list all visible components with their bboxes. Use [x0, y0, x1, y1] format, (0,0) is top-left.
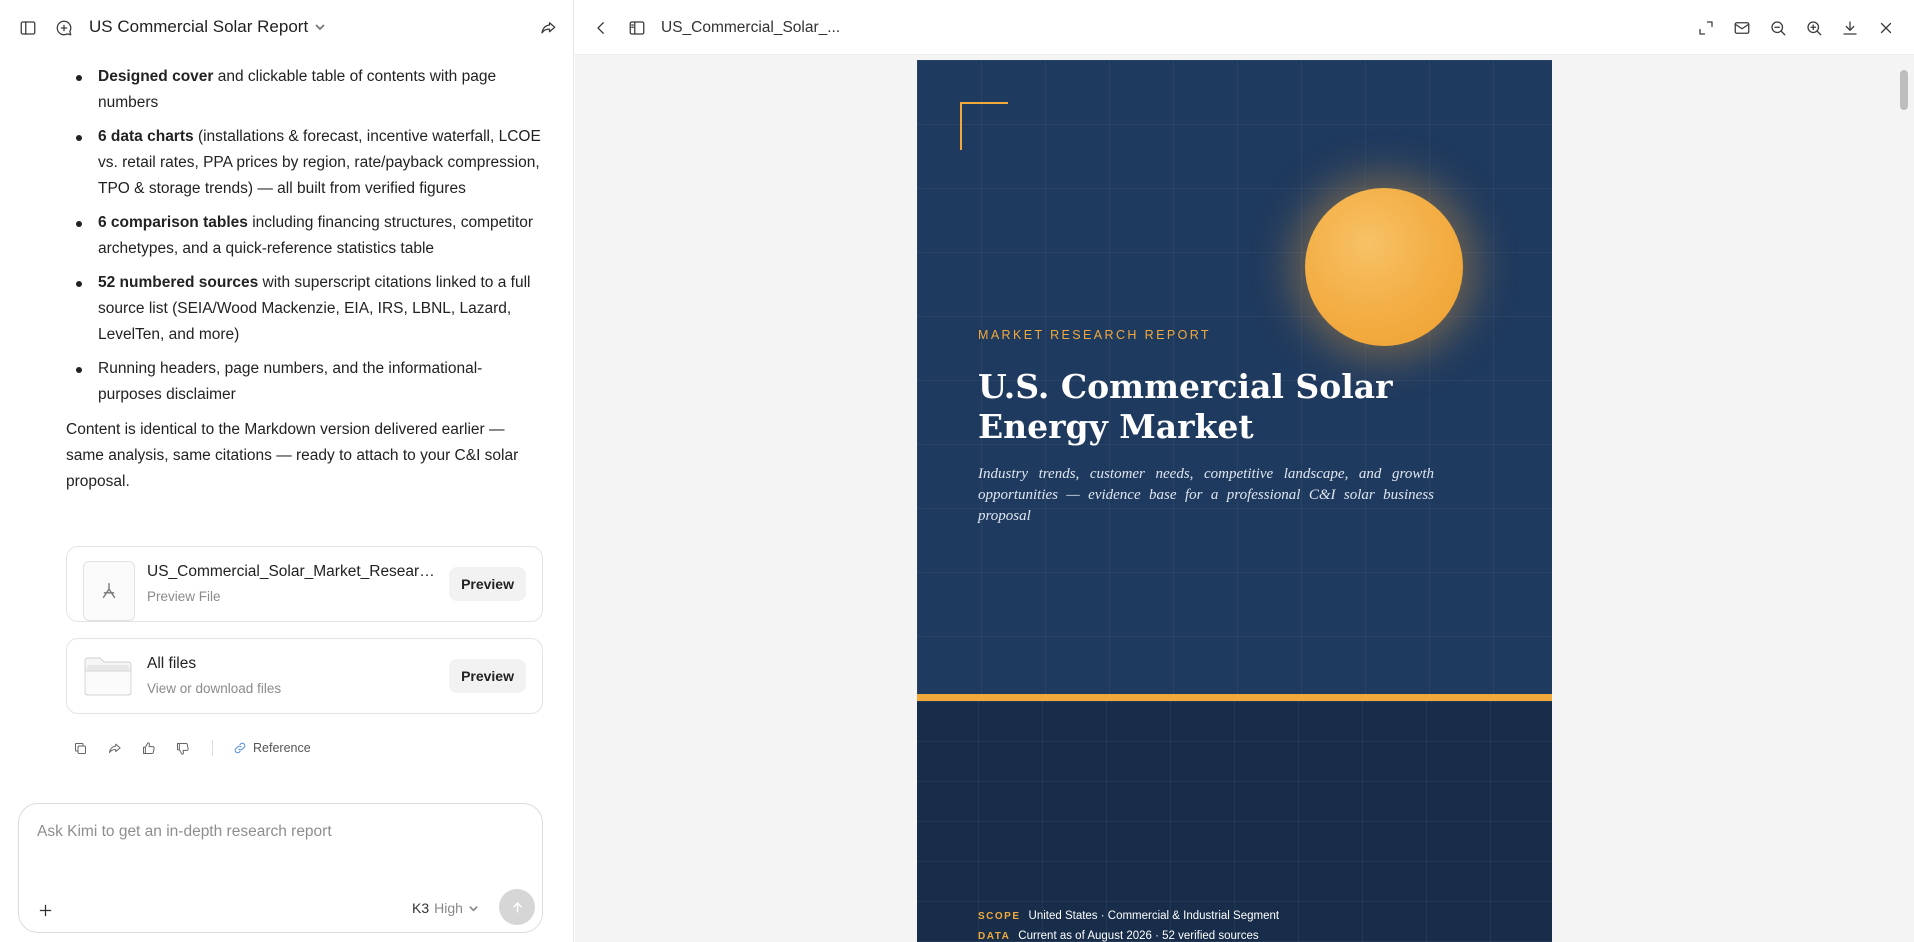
preview-panel: US_Commercial_Solar_... MARKET RESEARCH … [575, 0, 1914, 942]
feature-list: Designed cover and clickable table of co… [66, 64, 546, 408]
list-item: 6 data charts (installations & forecast,… [66, 124, 546, 202]
report-title: U.S. Commercial Solar Energy Market [978, 367, 1393, 446]
all-files-card[interactable]: All files View or download files Preview [66, 638, 543, 714]
bullet-text: Running headers, page numbers, and the i… [98, 360, 483, 403]
preview-file-title: US_Commercial_Solar_... [661, 19, 841, 36]
model-level: High [434, 900, 463, 916]
model-name: K3 [412, 900, 430, 916]
pdf-file-icon [83, 561, 135, 621]
file-name: US_Commercial_Solar_Market_Research_Repo… [147, 563, 437, 580]
preview-header: US_Commercial_Solar_... [575, 0, 1914, 55]
close-icon[interactable] [1872, 14, 1900, 42]
chevron-down-icon [469, 905, 478, 912]
chat-panel: US Commercial Solar Report Designed cove… [0, 0, 574, 942]
zoom-out-icon[interactable] [1764, 14, 1792, 42]
panel-toggle-icon[interactable] [623, 14, 651, 42]
assistant-message: Designed cover and clickable table of co… [66, 64, 546, 495]
chat-header: US Commercial Solar Report [0, 0, 574, 55]
all-files-title: All files [147, 655, 197, 672]
all-files-subtitle: View or download files [147, 681, 282, 696]
report-kicker: MARKET RESEARCH REPORT [978, 328, 1211, 342]
data-label: DATA [978, 931, 1011, 942]
copy-icon[interactable] [70, 738, 90, 758]
scope-line: SCOPE United States · Commercial & Indust… [978, 910, 1279, 922]
conversation-title-text: US Commercial Solar Report [89, 17, 309, 36]
corner-accent [960, 102, 1008, 150]
message-actions: Reference [70, 738, 311, 758]
add-attachment-button[interactable] [33, 898, 57, 922]
scope-value: United States · Commercial & Industrial … [1028, 910, 1280, 922]
bullet-bold: Designed cover [98, 68, 214, 85]
new-chat-icon[interactable] [50, 14, 78, 42]
chat-input[interactable] [37, 818, 517, 846]
folder-icon [84, 657, 132, 696]
file-subtitle: Preview File [147, 589, 221, 604]
list-item: Running headers, page numbers, and the i… [66, 356, 546, 408]
chevron-down-icon [315, 24, 325, 31]
share-icon[interactable] [534, 14, 562, 42]
thumbs-up-icon[interactable] [138, 738, 158, 758]
thumbs-down-icon[interactable] [172, 738, 192, 758]
zoom-in-icon[interactable] [1800, 14, 1828, 42]
model-selector[interactable]: K3 High [412, 900, 479, 916]
sidebar-toggle-icon[interactable] [14, 14, 42, 42]
preview-button[interactable]: Preview [449, 567, 526, 601]
data-line: DATA Current as of August 2026 · 52 verif… [978, 930, 1259, 942]
message-paragraph: Content is identical to the Markdown ver… [66, 421, 519, 490]
list-item: 6 comparison tables including financing … [66, 210, 546, 262]
accent-stripe [917, 694, 1552, 701]
pdf-file-card[interactable]: US_Commercial_Solar_Market_Research_Repo… [66, 546, 543, 622]
back-icon[interactable] [587, 14, 615, 42]
list-item: Designed cover and clickable table of co… [66, 64, 546, 116]
share-message-icon[interactable] [104, 738, 124, 758]
data-value: Current as of August 2026 · 52 verified … [1018, 930, 1259, 942]
pdf-cover-page: MARKET RESEARCH REPORT U.S. Commercial S… [917, 60, 1552, 942]
bullet-bold: 6 comparison tables [98, 214, 248, 231]
reference-button[interactable]: Reference [233, 741, 311, 755]
list-item: 52 numbered sources with superscript cit… [66, 270, 546, 348]
bullet-bold: 6 data charts [98, 128, 194, 145]
composer: K3 High [18, 803, 543, 933]
sun-graphic [1305, 188, 1463, 346]
conversation-title[interactable]: US Commercial Solar Report [89, 17, 326, 37]
cover-footer: SCOPE United States · Commercial & Indust… [917, 701, 1552, 942]
report-subtitle: Industry trends, customer needs, competi… [978, 466, 1434, 524]
send-button[interactable] [499, 889, 535, 925]
footer-grid [917, 701, 1552, 942]
divider [212, 740, 213, 756]
all-files-preview-button[interactable]: Preview [449, 659, 526, 693]
arrow-up-icon [512, 901, 522, 913]
link-icon [234, 742, 246, 754]
reference-label: Reference [253, 741, 311, 755]
scope-label: SCOPE [978, 911, 1021, 922]
bullet-bold: 52 numbered sources [98, 274, 259, 291]
expand-icon[interactable] [1692, 14, 1720, 42]
mail-icon[interactable] [1728, 14, 1756, 42]
scrollbar[interactable] [1900, 70, 1908, 110]
plus-icon [39, 904, 51, 916]
preview-toolbar [1692, 14, 1900, 42]
download-icon[interactable] [1836, 14, 1864, 42]
